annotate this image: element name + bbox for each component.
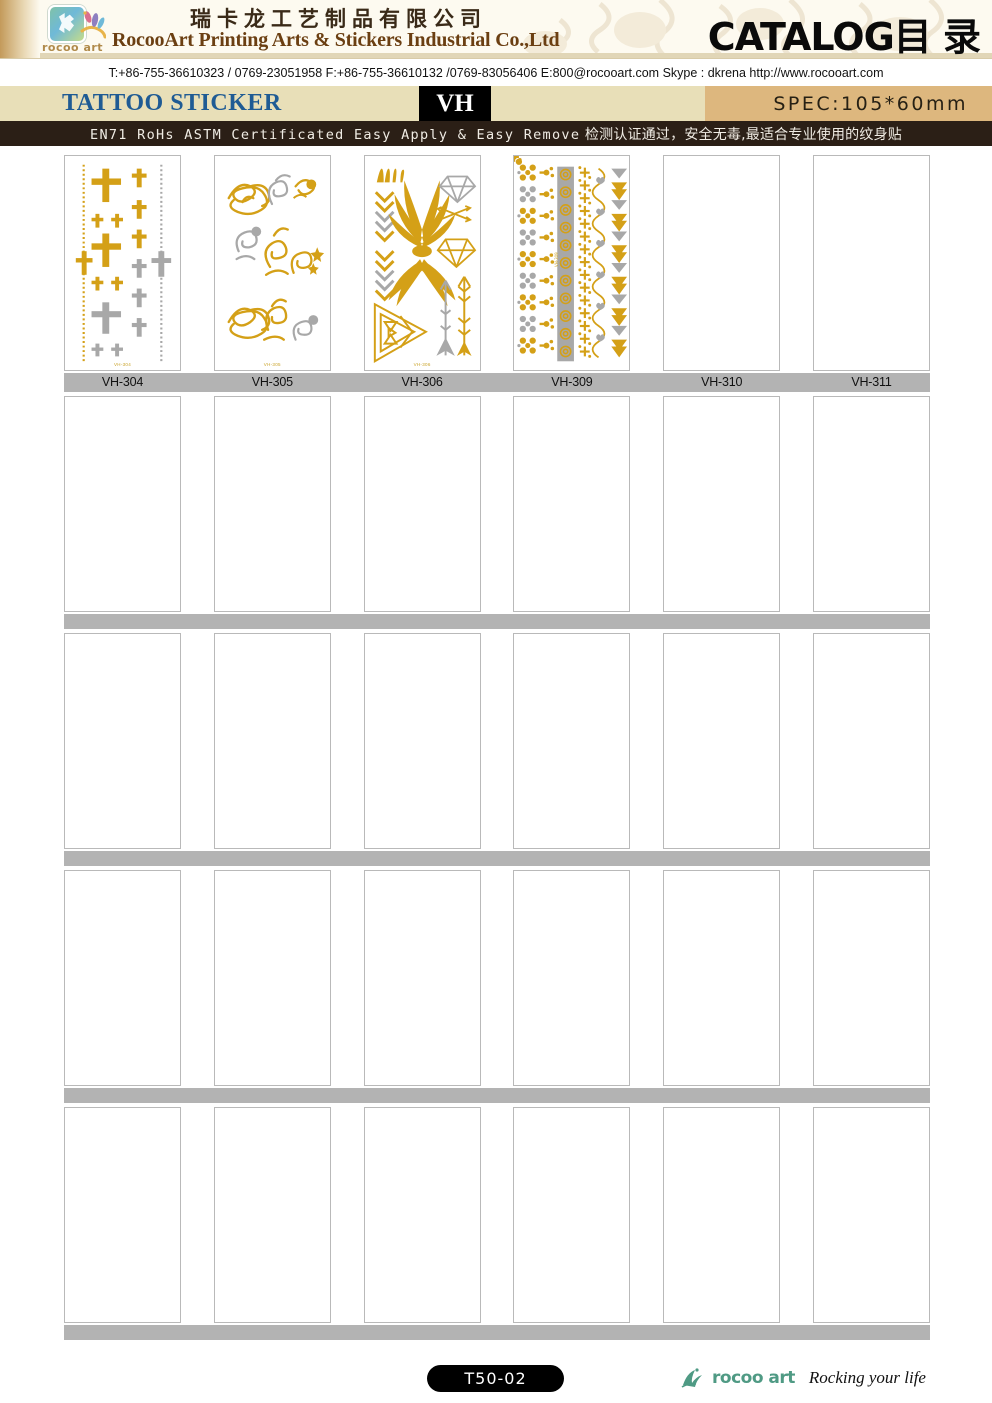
product-cell-vh-309[interactable]: VH-309 <box>513 155 631 371</box>
product-row-1: VH-304 VH-305 VH-306 VH-309 <box>0 155 992 371</box>
product-cell-code: VH-306 <box>413 362 431 367</box>
page-code-label: T50-02 <box>464 1369 527 1388</box>
logo-wordmark: rocoo art <box>42 41 104 54</box>
product-cell-empty[interactable] <box>663 870 781 1086</box>
product-cell-empty[interactable] <box>64 396 181 612</box>
series-code-label: VH <box>436 90 474 117</box>
contact-info: T:+86-755-36610323 / 0769-23051958 F:+86… <box>108 65 884 80</box>
product-cell-empty[interactable] <box>363 396 481 612</box>
product-title-bar: TATTOO STICKER VH SPEC:105*60mm <box>0 86 992 121</box>
product-label-bar-4 <box>64 1088 930 1103</box>
product-cell-code: VH-305 <box>263 362 281 367</box>
product-cell-empty[interactable] <box>663 1107 781 1323</box>
product-row-4 <box>0 870 992 1086</box>
product-art-empty <box>664 156 779 370</box>
product-cell-empty[interactable] <box>812 870 930 1086</box>
product-cell-vh-310[interactable] <box>663 155 781 371</box>
product-art-crosses <box>65 156 180 370</box>
certification-text-cn: 检测认证通过，安全无毒,最适合专业使用的纹身贴 <box>580 126 902 143</box>
brand-tagline: Rocking your life <box>808 1368 926 1387</box>
product-label-bar-1: VH-304 VH-305 VH-306 VH-309 VH-310 VH-31… <box>64 373 930 392</box>
product-cell-empty[interactable] <box>513 396 631 612</box>
product-cell-empty[interactable] <box>812 1107 930 1323</box>
logo-splash-icon <box>80 11 106 39</box>
banner-left-gradient <box>0 0 40 58</box>
product-label-vh-304: VH-304 <box>101 375 144 389</box>
product-cell-vh-311[interactable] <box>812 155 930 371</box>
product-cell-empty[interactable] <box>213 396 331 612</box>
certification-text: EN71 RoHs ASTM Certificated Easy Apply &… <box>90 124 902 144</box>
product-art-swirls <box>214 156 330 370</box>
certification-text-en: EN71 RoHs ASTM Certificated Easy Apply &… <box>90 126 581 143</box>
product-label-bar-2 <box>64 614 930 629</box>
catalog-title: CATALOG目 录 <box>707 15 981 58</box>
product-label-vh-310: VH-310 <box>701 375 743 389</box>
page-code-badge: T50-02 <box>427 1365 564 1392</box>
footer-brand: rocoo art Rocking your life <box>680 1367 926 1389</box>
product-row-3 <box>0 633 992 849</box>
product-cell-empty[interactable] <box>363 870 481 1086</box>
certification-bar: EN71 RoHs ASTM Certificated Easy Apply &… <box>0 121 992 146</box>
company-name-en: RocooArt Printing Arts & Stickers Indust… <box>112 29 560 51</box>
brand-logo-icon <box>681 1368 702 1388</box>
product-row-5 <box>0 1107 992 1323</box>
product-cell-empty[interactable] <box>663 633 781 849</box>
product-cell-vh-306[interactable]: VH-306 <box>363 155 481 371</box>
series-code-badge: VH <box>419 86 491 121</box>
product-cell-code: VH-304 <box>113 362 132 367</box>
product-cell-empty[interactable] <box>812 633 930 849</box>
product-cell-empty[interactable] <box>513 1107 631 1323</box>
product-cell-empty[interactable] <box>363 633 481 849</box>
product-cell-empty[interactable] <box>213 1107 331 1323</box>
product-cell-vh-304[interactable]: VH-304 <box>64 155 181 371</box>
product-cell-empty[interactable] <box>363 1107 481 1323</box>
product-art-empty <box>814 156 929 370</box>
product-cell-empty[interactable] <box>213 633 331 849</box>
page-footer: T50-02 rocoo art Rocking your life <box>0 1357 992 1403</box>
product-type-title: TATTOO STICKER <box>62 90 282 116</box>
company-logo: rocoo art <box>40 3 108 55</box>
product-cell-empty[interactable] <box>513 633 631 849</box>
product-cell-empty[interactable] <box>513 870 631 1086</box>
product-cell-empty[interactable] <box>64 870 181 1086</box>
svg-text:VH-309: VH-309 <box>555 252 560 267</box>
product-label-bar-3 <box>64 851 930 866</box>
product-art-boho <box>364 156 480 370</box>
product-label-vh-309: VH-309 <box>551 375 593 389</box>
product-cell-vh-305[interactable]: VH-305 <box>213 155 331 371</box>
product-label-vh-311: VH-311 <box>851 375 892 389</box>
product-cell-empty[interactable] <box>64 633 181 849</box>
product-row-2 <box>0 396 992 612</box>
product-grid: VH-304 VH-305 VH-306 VH-309 VH-304 VH-30… <box>0 155 992 1340</box>
product-art-bands: VH-309 <box>514 156 630 370</box>
product-label-vh-306: VH-306 <box>401 375 443 389</box>
top-banner: rocoo art 瑞卡龙工艺制品有限公司 RocooArt Printing … <box>0 0 992 58</box>
spec-label: SPEC:105*60mm <box>773 93 968 115</box>
product-cell-empty[interactable] <box>812 396 930 612</box>
product-label-bar-5 <box>64 1325 930 1340</box>
product-label-vh-305: VH-305 <box>251 375 293 389</box>
brand-name-label: rocoo art <box>712 1368 795 1388</box>
product-cell-empty[interactable] <box>213 870 331 1086</box>
product-cell-empty[interactable] <box>663 396 781 612</box>
product-cell-empty[interactable] <box>64 1107 181 1323</box>
contact-bar: T:+86-755-36610323 / 0769-23051958 F:+86… <box>0 58 992 86</box>
